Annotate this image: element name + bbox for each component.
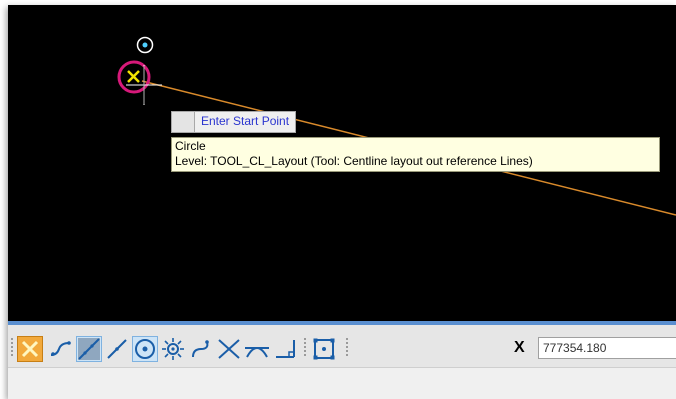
prompt-tip-icon-box <box>172 112 195 132</box>
x-coordinate-input[interactable] <box>538 337 676 359</box>
toolbar-grip-left[interactable] <box>11 338 13 358</box>
tangent-snap-button[interactable] <box>244 336 270 362</box>
origin-snap-icon <box>162 338 184 360</box>
nearest-snap-button[interactable] <box>76 336 102 362</box>
snap-toolbar: X <box>8 325 676 368</box>
status-area <box>8 368 676 399</box>
snap-toggle-icon <box>21 340 39 358</box>
nearest-snap-icon <box>78 338 100 360</box>
x-coordinate-label: X <box>514 339 525 356</box>
crosshair-cursor-icon <box>126 65 162 105</box>
keypoint-snap-icon <box>50 341 71 356</box>
point-on-snap-icon <box>313 338 335 360</box>
center-snap-indicator-icon <box>136 36 154 54</box>
point-on-snap-button[interactable] <box>311 336 337 362</box>
element-level-text: Level: TOOL_CL_Layout (Tool: Centline la… <box>175 154 533 168</box>
keypoint-snap-button[interactable] <box>48 336 74 362</box>
snap-x-icon <box>127 70 140 83</box>
intersection-snap-button[interactable] <box>216 336 242 362</box>
input-prompt-tooltip: Enter Start Point <box>171 111 297 133</box>
origin-snap-button[interactable] <box>160 336 186 362</box>
bisector-snap-button[interactable] <box>188 336 214 362</box>
center-snap-button[interactable] <box>132 336 158 362</box>
cad-window: Enter Start Point Circle Level: TOOL_CL_… <box>8 5 676 399</box>
midpoint-snap-button[interactable] <box>104 336 130 362</box>
drawing-viewport[interactable]: Enter Start Point Circle Level: TOOL_CL_… <box>8 5 676 321</box>
prompt-text: Enter Start Point <box>201 114 290 128</box>
intersection-snap-icon <box>218 339 240 359</box>
tangent-snap-icon <box>245 347 269 358</box>
toolbar-grip-right[interactable] <box>346 338 348 358</box>
toolbar-grip-mid[interactable] <box>304 338 306 358</box>
perpendicular-snap-icon <box>276 340 295 358</box>
element-type-text: Circle <box>175 139 206 153</box>
bisector-snap-icon <box>192 340 209 358</box>
perpendicular-snap-button[interactable] <box>274 336 300 362</box>
element-info-tooltip: Circle Level: TOOL_CL_Layout (Tool: Cent… <box>171 137 660 172</box>
snap-toggle-button[interactable] <box>17 336 43 362</box>
midpoint-snap-icon <box>107 339 127 359</box>
center-snap-icon <box>135 339 155 359</box>
